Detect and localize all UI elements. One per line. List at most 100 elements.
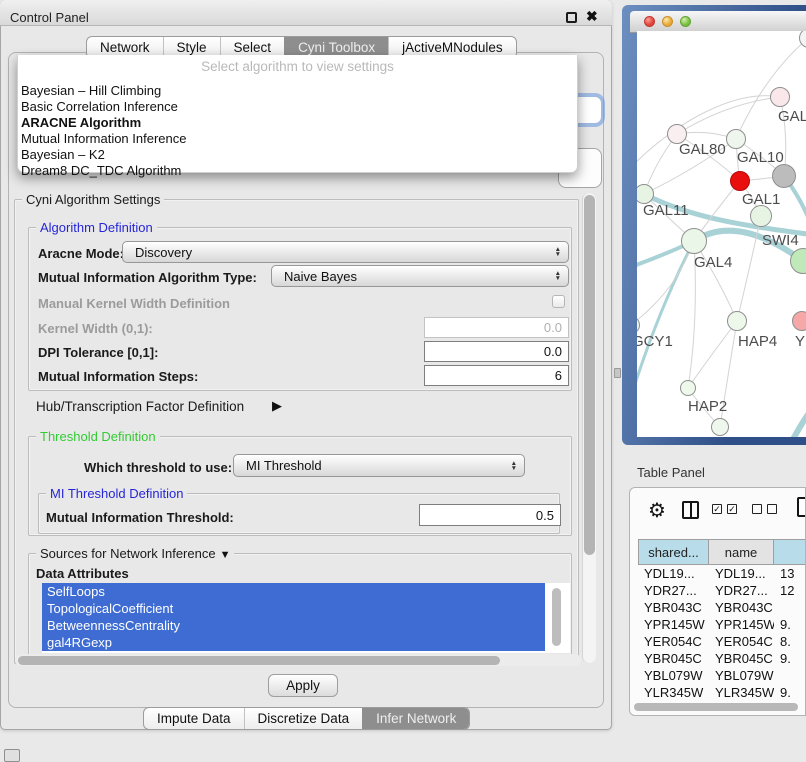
network-node-label: GAL [778, 108, 806, 125]
unchecked-checkbox-icon[interactable] [752, 504, 762, 514]
network-node-label: Y [795, 333, 805, 350]
network-node[interactable] [772, 164, 796, 188]
network-node[interactable] [770, 87, 790, 107]
data-attribute-item[interactable]: gal4RGexp [42, 634, 545, 651]
algorithm-option[interactable]: Mutual Information Inference [18, 131, 577, 147]
gear-icon[interactable]: ⚙ [648, 498, 666, 523]
dpi-tolerance-label: DPI Tolerance [0,1]: [38, 345, 158, 360]
mi-threshold-field[interactable]: 0.5 [419, 504, 561, 526]
mi-threshold-definition-title: MI Threshold Definition [46, 486, 187, 501]
data-attribute-item[interactable]: BetweennessCentrality [42, 617, 545, 634]
table-horizontal-scrollbar-thumb[interactable] [634, 703, 798, 711]
tab[interactable]: Infer Network [362, 708, 469, 729]
mi-algorithm-type-combobox[interactable]: Naive Bayes ▲▼ [271, 265, 569, 287]
mac-zoom-button[interactable] [680, 16, 691, 27]
dpi-tolerance-field[interactable]: 0.0 [424, 341, 569, 362]
data-attribute-item[interactable]: TopologicalCoefficient [42, 600, 545, 617]
network-node[interactable] [750, 205, 772, 227]
table-row[interactable]: YER054C YER054C 8. [638, 633, 806, 650]
network-node[interactable] [792, 311, 806, 331]
table-column-header[interactable]: shared... [638, 539, 709, 565]
sources-group-title: Sources for Network Inference▼ [36, 546, 234, 561]
table-row[interactable]: YPR145W YPR145W 9. [638, 616, 806, 633]
network-node-label: HAP2 [688, 398, 727, 415]
minimized-panel-icon[interactable] [4, 749, 20, 762]
table-column-header[interactable] [774, 539, 806, 565]
table-panel: ⚙ ✓ ✓ shared...name YDL19... YDL19... 13… [629, 487, 806, 716]
network-canvas[interactable]: GALGAL80GAL10GAL1GAL11SWI4GAL4HAP4YGCY1H… [637, 31, 806, 437]
network-node[interactable] [730, 171, 750, 191]
network-node[interactable] [681, 228, 707, 254]
table-row[interactable]: YBR045C YBR045C 9. [638, 650, 806, 667]
network-edge[interactable] [694, 241, 737, 321]
network-node-label: HAP4 [738, 333, 777, 350]
sources-collapse-icon[interactable]: ▼ [220, 549, 231, 561]
cell-shared-name: YBR045C [638, 650, 709, 667]
algorithm-option[interactable]: Basic Correlation Inference [18, 99, 577, 115]
algorithm-option[interactable]: Bayesian – K2 [18, 147, 577, 163]
float-panel-icon[interactable] [566, 12, 577, 23]
cyni-algorithm-settings-title: Cyni Algorithm Settings [22, 192, 164, 207]
mac-minimize-button[interactable] [662, 16, 673, 27]
column-layout-icon[interactable] [682, 501, 699, 519]
network-node-label: SWI4 [762, 232, 799, 249]
tab[interactable]: Impute Data [144, 708, 244, 729]
tab[interactable]: Discretize Data [244, 708, 363, 729]
data-attribute-item[interactable]: SelfLoops [42, 583, 545, 600]
algorithm-option[interactable]: ARACNE Algorithm [18, 115, 577, 131]
manual-kernel-width-checkbox[interactable] [552, 295, 565, 308]
stepper-arrows-icon: ▲▼ [555, 271, 561, 281]
network-edge[interactable] [637, 241, 694, 403]
checked-checkbox-icon[interactable]: ✓ [727, 504, 737, 514]
stepper-arrows-icon: ▲▼ [511, 461, 517, 471]
network-node-label: GCY1 [637, 333, 673, 350]
cell-shared-name: YER054C [638, 633, 709, 650]
which-threshold-value: MI Threshold [246, 458, 322, 473]
aracne-mode-combobox[interactable]: Discovery ▲▼ [122, 241, 569, 263]
network-edge[interactable] [787, 397, 806, 437]
network-node[interactable] [680, 380, 696, 396]
mi-algorithm-type-value: Naive Bayes [284, 269, 357, 284]
apply-button[interactable]: Apply [268, 674, 338, 697]
manual-kernel-width-label: Manual Kernel Width Definition [38, 296, 230, 311]
cell-shared-name: YDL19... [638, 565, 709, 582]
mac-close-button[interactable] [644, 16, 655, 27]
tab-label: Discretize Data [258, 708, 350, 729]
network-node[interactable] [726, 129, 746, 149]
panel-divider-grip[interactable] [614, 368, 621, 378]
document-icon[interactable] [797, 497, 806, 517]
table-column-header[interactable]: name [709, 539, 774, 565]
close-panel-icon[interactable]: ✖ [586, 8, 598, 25]
cell-value: 9. [774, 650, 806, 667]
cell-value [774, 599, 806, 616]
settings-horizontal-scrollbar-thumb[interactable] [18, 656, 500, 665]
hub-section-expand-icon[interactable]: ▶ [272, 398, 282, 414]
cell-value: 8. [774, 633, 806, 650]
cell-name: YER054C [709, 633, 774, 650]
mi-steps-field[interactable]: 6 [424, 365, 569, 386]
cell-shared-name: YBL079W [638, 667, 709, 684]
algorithm-option[interactable]: Bayesian – Hill Climbing [18, 83, 577, 99]
mi-threshold-label: Mutual Information Threshold: [46, 510, 234, 525]
kernel-width-field[interactable]: 0.0 [424, 317, 569, 338]
checked-checkbox-icon[interactable]: ✓ [712, 504, 722, 514]
data-attributes-list: SelfLoopsTopologicalCoefficientBetweenne… [42, 583, 570, 653]
table-row[interactable]: YBL079W YBL079W [638, 667, 806, 684]
algorithm-option[interactable]: Dream8 DC_TDC Algorithm [18, 163, 577, 179]
network-node[interactable] [711, 418, 729, 436]
network-window-titlebar [630, 11, 806, 33]
network-edge[interactable] [688, 321, 737, 388]
which-threshold-combobox[interactable]: MI Threshold ▲▼ [233, 454, 525, 477]
algorithm-dropdown-options: Bayesian – Hill ClimbingBasic Correlatio… [18, 83, 577, 179]
cell-name: YBL079W [709, 667, 774, 684]
cell-value: 13 [774, 565, 806, 582]
network-node[interactable] [727, 311, 747, 331]
table-row[interactable]: YLR345W YLR345W 9. [638, 684, 806, 701]
table-row[interactable]: YDR27... YDR27... 12 [638, 582, 806, 599]
control-panel-titlebar [0, 0, 612, 26]
attributes-list-scrollbar-thumb[interactable] [552, 588, 561, 646]
unchecked-checkbox-icon[interactable] [767, 504, 777, 514]
table-row[interactable]: YDL19... YDL19... 13 [638, 565, 806, 582]
settings-vertical-scrollbar-thumb[interactable] [584, 195, 595, 555]
table-row[interactable]: YBR043C YBR043C [638, 599, 806, 616]
